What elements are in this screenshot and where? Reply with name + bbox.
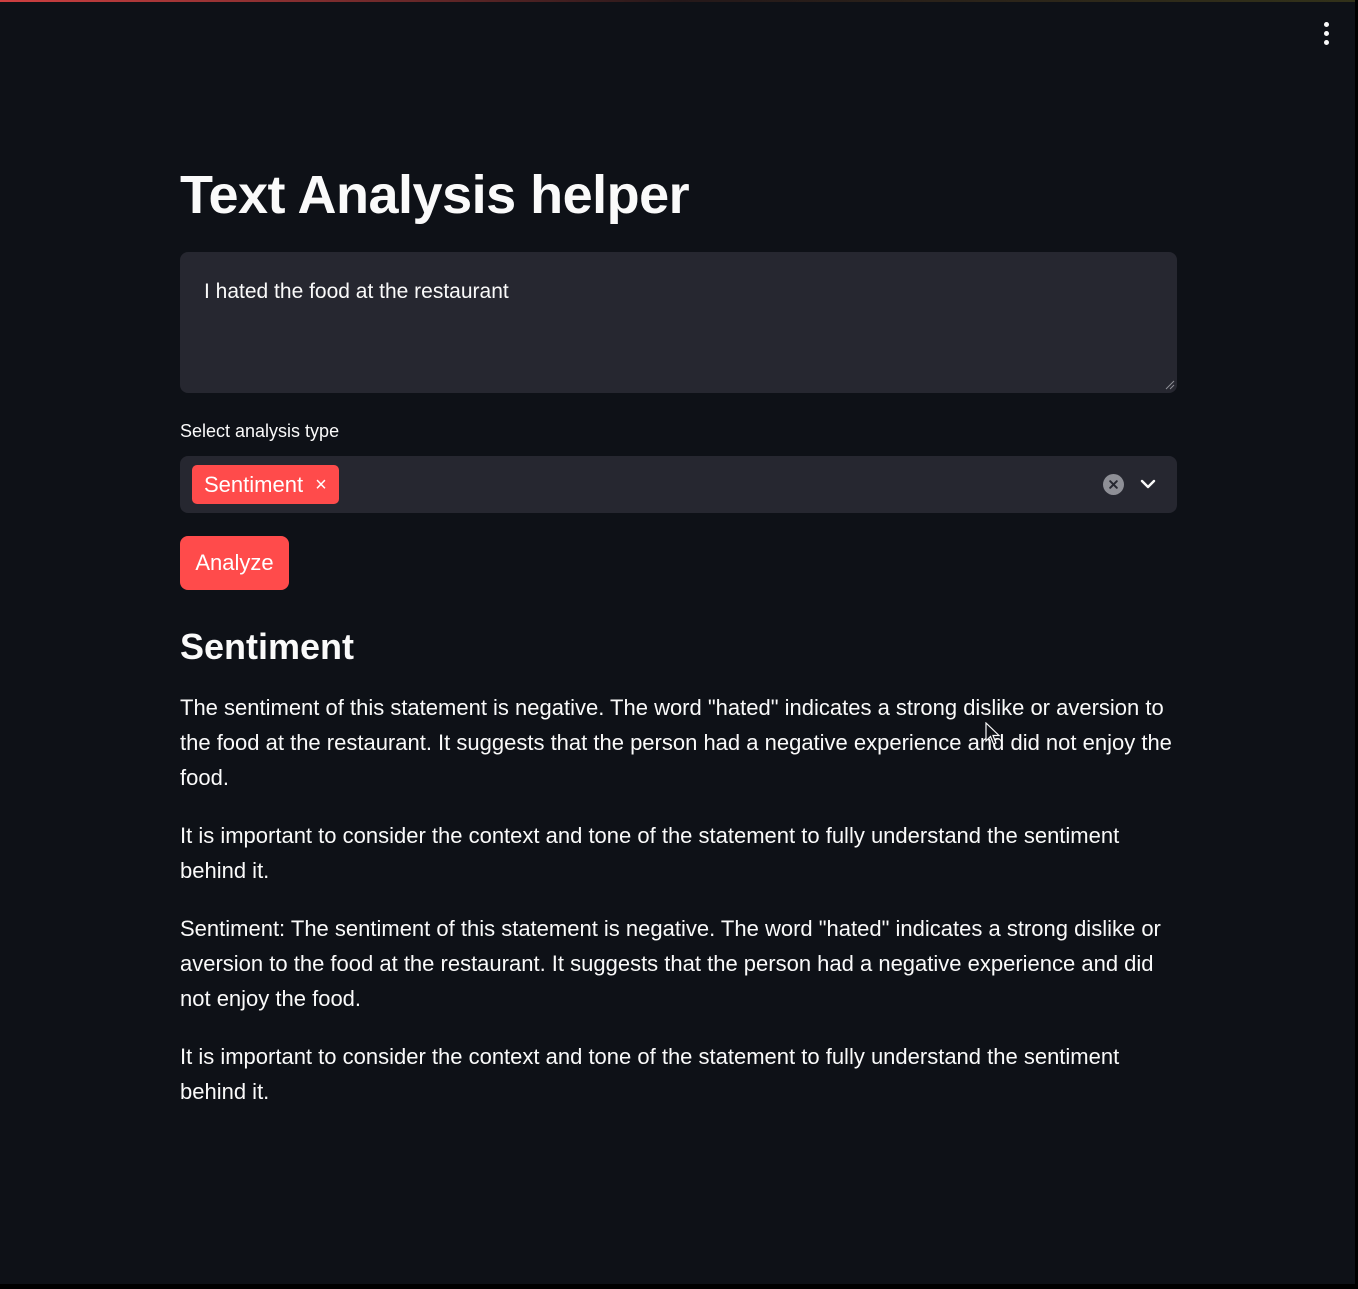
top-decoration-bar [0, 0, 1358, 2]
window-bottom-edge [0, 1284, 1358, 1289]
mouse-cursor-icon [985, 722, 1001, 745]
chevron-down-icon[interactable] [1138, 474, 1158, 494]
selected-tag-sentiment: Sentiment × [192, 465, 339, 504]
result-heading: Sentiment [180, 626, 355, 667]
analysis-type-multiselect[interactable]: Sentiment × [180, 456, 1177, 513]
result-text: The sentiment of this statement is negat… [180, 690, 1177, 1132]
clear-circle-icon[interactable] [1103, 474, 1124, 495]
result-paragraph: Sentiment: The sentiment of this stateme… [180, 916, 1161, 1011]
tag-label: Sentiment [204, 471, 304, 497]
result-paragraph: It is important to consider the context … [180, 1044, 1120, 1104]
analyze-button[interactable]: Analyze [180, 536, 289, 590]
result-paragraph: The sentiment of this statement is negat… [180, 695, 1172, 790]
text-input[interactable] [180, 252, 1177, 393]
remove-tag-icon[interactable]: × [315, 475, 327, 495]
resize-handle-icon[interactable] [1165, 380, 1175, 390]
page-title: Text Analysis helper [180, 165, 690, 225]
vertical-ellipsis-icon [1323, 21, 1329, 45]
main-menu-button[interactable] [1314, 18, 1338, 48]
analysis-type-label: Select analysis type [180, 421, 340, 441]
result-paragraph: It is important to consider the context … [180, 823, 1120, 883]
